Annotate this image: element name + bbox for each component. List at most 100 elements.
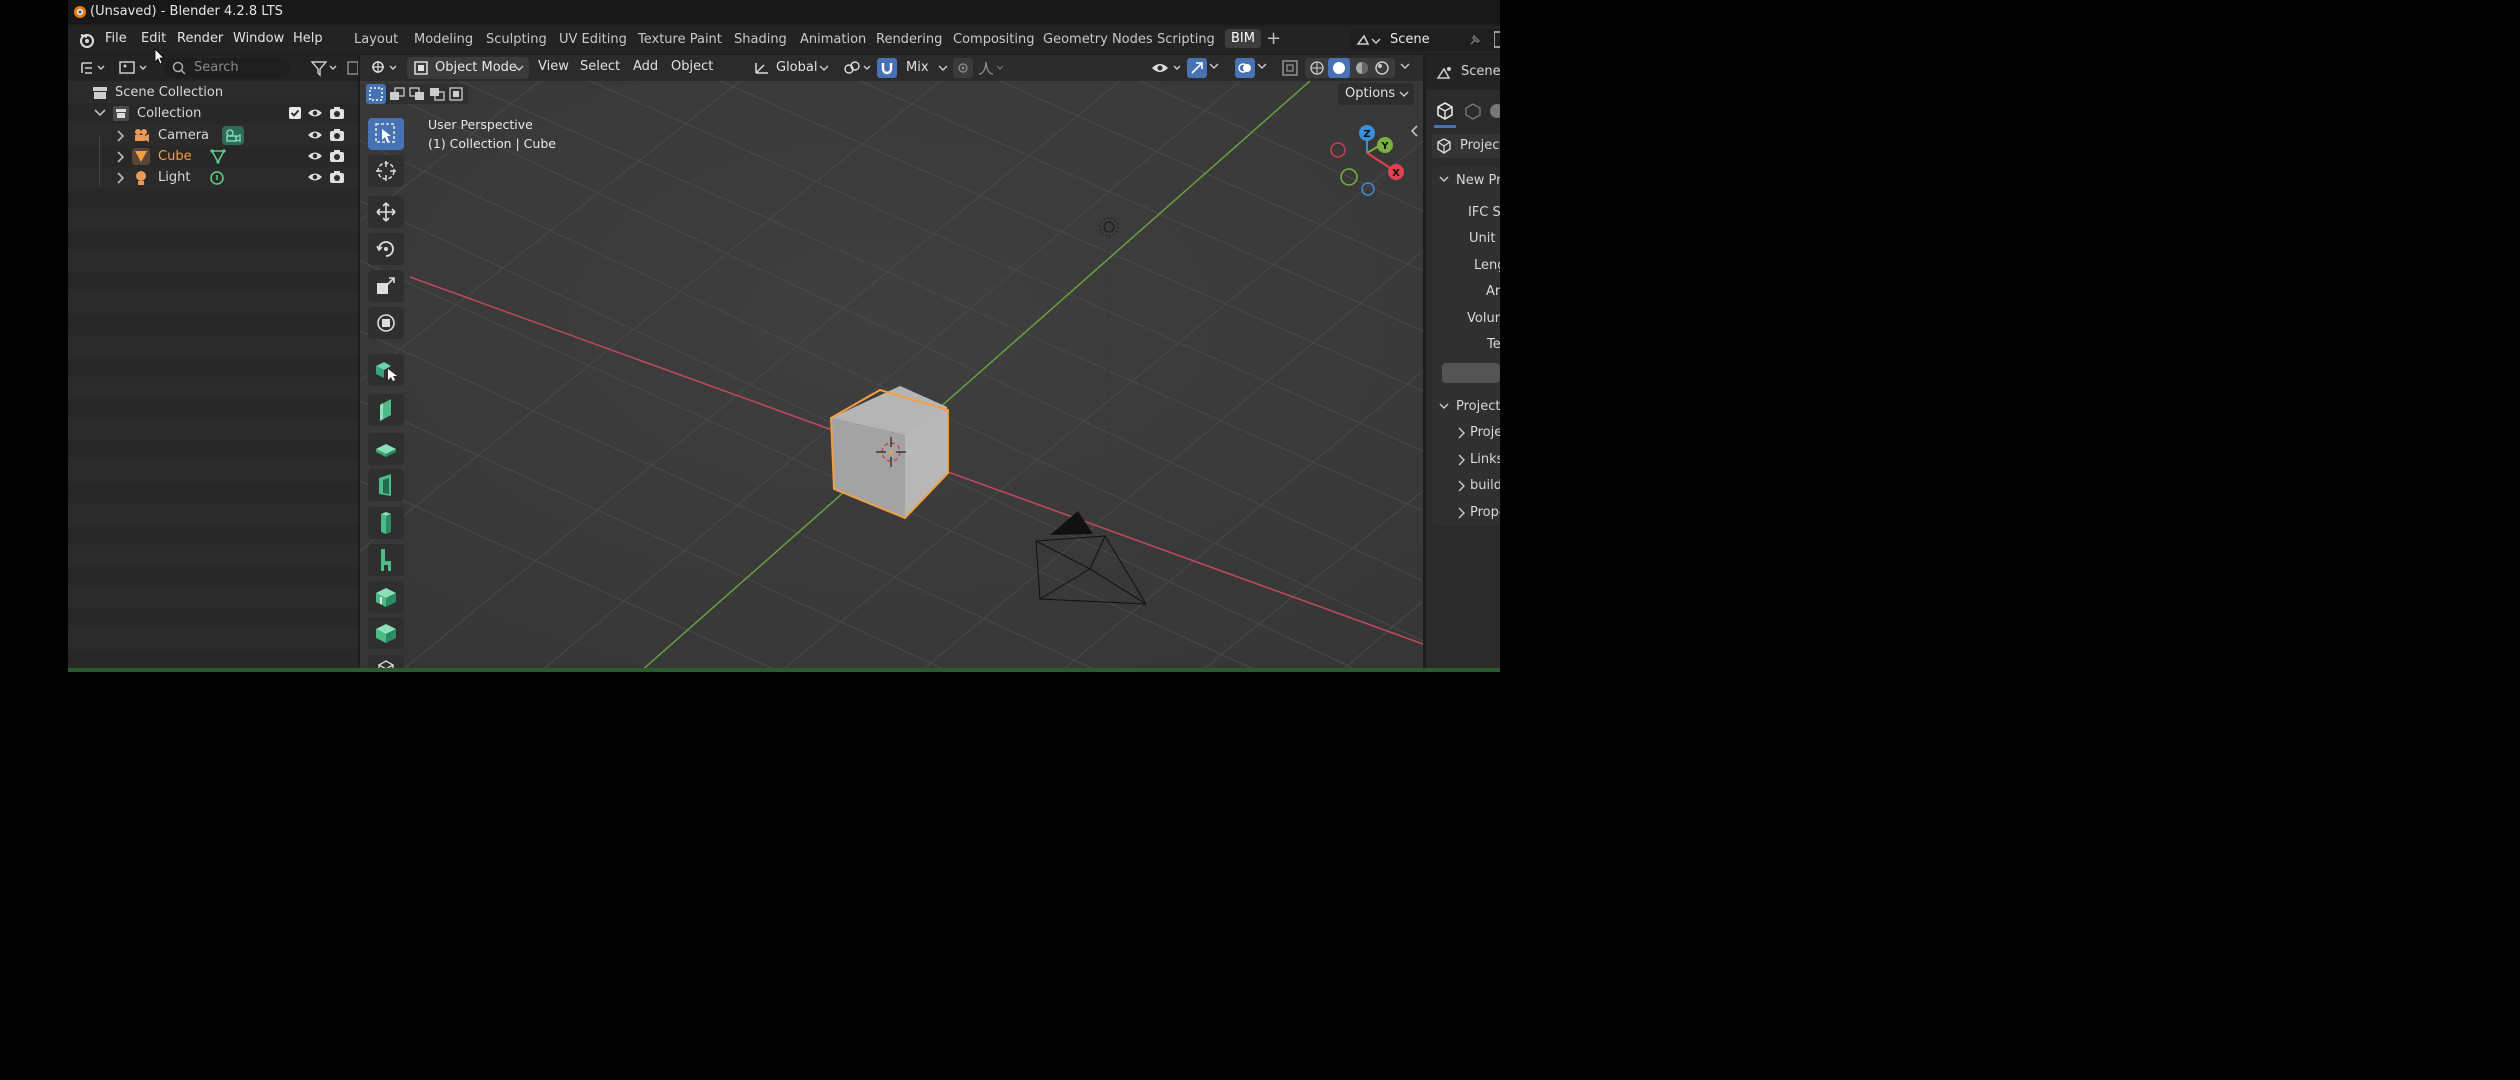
menu-add[interactable]: Add — [633, 59, 658, 74]
editor-type-icon[interactable] — [370, 59, 400, 77]
select-new-button[interactable] — [366, 84, 386, 104]
bim-wall-tool[interactable] — [368, 394, 404, 426]
tab-bim-project[interactable] — [1436, 102, 1454, 120]
chevron-down-icon[interactable] — [1439, 176, 1449, 184]
subpanel-project-info[interactable]: Proje — [1432, 421, 1500, 445]
visibility-eye-icon[interactable] — [307, 129, 323, 141]
transform-orientation-dropdown[interactable]: Global — [749, 57, 833, 79]
select-extend-icon[interactable] — [389, 87, 405, 101]
bim-slab-tool[interactable] — [368, 433, 404, 465]
3d-viewport[interactable]: Object Mode View Select Add Object Globa… — [360, 55, 1423, 672]
object-tab-icon[interactable] — [1464, 102, 1482, 120]
tab-shading[interactable]: Shading — [734, 32, 787, 47]
chevron-down-icon[interactable] — [1400, 63, 1410, 71]
mode-dropdown[interactable]: Object Mode — [407, 57, 529, 79]
menu-render[interactable]: Render — [177, 31, 223, 46]
falloff-icon[interactable] — [977, 59, 1005, 77]
snap-mode-dropdown[interactable]: Mix — [900, 57, 950, 79]
render-camera-icon[interactable] — [329, 128, 345, 142]
bim-column-tool[interactable] — [368, 507, 404, 539]
subpanel-properties[interactable]: Prope — [1432, 501, 1500, 525]
expand-chevron-right-icon[interactable] — [116, 130, 126, 142]
outliner-search-box[interactable]: Search — [164, 58, 290, 78]
filter-icon[interactable] — [310, 59, 340, 77]
selectability-visibility-icon[interactable] — [1150, 59, 1182, 77]
menu-edit[interactable]: Edit — [141, 31, 166, 46]
wireframe-shading-icon[interactable] — [1309, 60, 1325, 76]
bim-furniture-tool[interactable] — [368, 544, 404, 576]
outliner-item-light[interactable]: Light — [68, 167, 358, 188]
render-camera-icon[interactable] — [329, 106, 345, 120]
tab-bim[interactable]: BIM — [1225, 29, 1261, 48]
tab-compositing[interactable]: Compositing — [953, 32, 1035, 47]
mesh-data-icon[interactable] — [210, 149, 226, 164]
navigation-gizmo[interactable]: Z Y X — [1328, 121, 1410, 203]
camera-data-icon[interactable] — [222, 126, 244, 145]
snap-toggle-button[interactable] — [877, 58, 897, 78]
scene-collection-row[interactable]: Scene Collection — [68, 82, 358, 103]
outliner-item-cube[interactable]: Cube — [68, 146, 358, 167]
chevron-down-icon[interactable] — [1439, 403, 1449, 411]
tab-layout[interactable]: Layout — [354, 32, 398, 47]
rotate-tool[interactable] — [368, 233, 404, 265]
light-data-icon[interactable] — [209, 170, 225, 186]
menu-view[interactable]: View — [538, 59, 569, 74]
menu-select[interactable]: Select — [580, 59, 620, 74]
rendered-shading-icon[interactable] — [1374, 60, 1390, 76]
select-box-tool[interactable] — [368, 118, 404, 150]
blender-menu-icon[interactable] — [78, 31, 96, 49]
render-camera-icon[interactable] — [329, 149, 345, 163]
outliner-item-camera[interactable]: Camera — [68, 125, 358, 146]
solid-shading-button[interactable] — [1328, 58, 1350, 78]
scene-selector[interactable]: Scene — [1350, 29, 1500, 51]
tab-geometry-nodes[interactable]: Geometry Nodes — [1043, 32, 1153, 47]
overlays-toggle-button[interactable] — [1235, 58, 1255, 78]
collection-row[interactable]: Collection — [68, 103, 358, 124]
menu-help[interactable]: Help — [293, 31, 323, 46]
pivot-point-icon[interactable] — [843, 59, 873, 77]
tab-modeling[interactable]: Modeling — [414, 32, 473, 47]
exclude-checkbox-icon[interactable] — [289, 107, 301, 119]
material-tab-icon[interactable] — [1488, 102, 1500, 120]
bim-explore-tool[interactable] — [368, 354, 404, 386]
move-tool[interactable] — [368, 196, 404, 228]
proportional-editing-button[interactable] — [953, 58, 973, 78]
visibility-eye-icon[interactable] — [307, 150, 323, 162]
project-panel-header[interactable]: Project — [1432, 134, 1500, 158]
select-subtract-icon[interactable] — [409, 87, 425, 101]
menu-window[interactable]: Window — [233, 31, 284, 46]
material-preview-icon[interactable] — [1354, 60, 1370, 76]
visibility-eye-icon[interactable] — [307, 107, 323, 119]
bim-element-tool[interactable] — [368, 617, 404, 649]
bim-space-tool[interactable] — [368, 581, 404, 613]
tab-animation[interactable]: Animation — [800, 32, 866, 47]
add-workspace-icon[interactable]: + — [1266, 28, 1281, 49]
chevron-down-icon[interactable] — [1257, 63, 1267, 71]
subpanel-links[interactable]: Links — [1432, 448, 1500, 472]
chevron-down-icon[interactable] — [1209, 63, 1219, 71]
pin-icon[interactable] — [1468, 33, 1482, 47]
bim-door-tool[interactable] — [368, 469, 404, 501]
view-layer-icon[interactable] — [1494, 31, 1500, 49]
menu-file[interactable]: File — [105, 31, 127, 46]
cursor-tool[interactable] — [368, 155, 404, 187]
gizmo-toggle-button[interactable] — [1187, 58, 1207, 78]
render-camera-icon[interactable] — [329, 170, 345, 184]
xray-toggle-icon[interactable] — [1281, 59, 1299, 77]
expand-chevron-right-icon[interactable] — [116, 172, 126, 184]
scale-tool[interactable] — [368, 270, 404, 302]
options-dropdown[interactable]: Options — [1338, 83, 1414, 105]
subpanel-building[interactable]: buildi — [1432, 474, 1500, 498]
tab-uv-editing[interactable]: UV Editing — [559, 32, 627, 47]
tab-scripting[interactable]: Scripting — [1157, 32, 1215, 47]
select-intersect-icon[interactable] — [449, 87, 465, 101]
tab-rendering[interactable]: Rendering — [876, 32, 942, 47]
tab-texture-paint[interactable]: Texture Paint — [638, 32, 722, 47]
tab-sculpting[interactable]: Sculpting — [486, 32, 547, 47]
expand-chevron-right-icon[interactable] — [116, 151, 126, 163]
display-mode-icon[interactable] — [118, 59, 148, 76]
new-collection-icon[interactable] — [346, 60, 358, 76]
select-invert-icon[interactable] — [429, 87, 445, 101]
menu-object[interactable]: Object — [671, 59, 713, 74]
expand-chevron-down-icon[interactable] — [94, 108, 106, 118]
